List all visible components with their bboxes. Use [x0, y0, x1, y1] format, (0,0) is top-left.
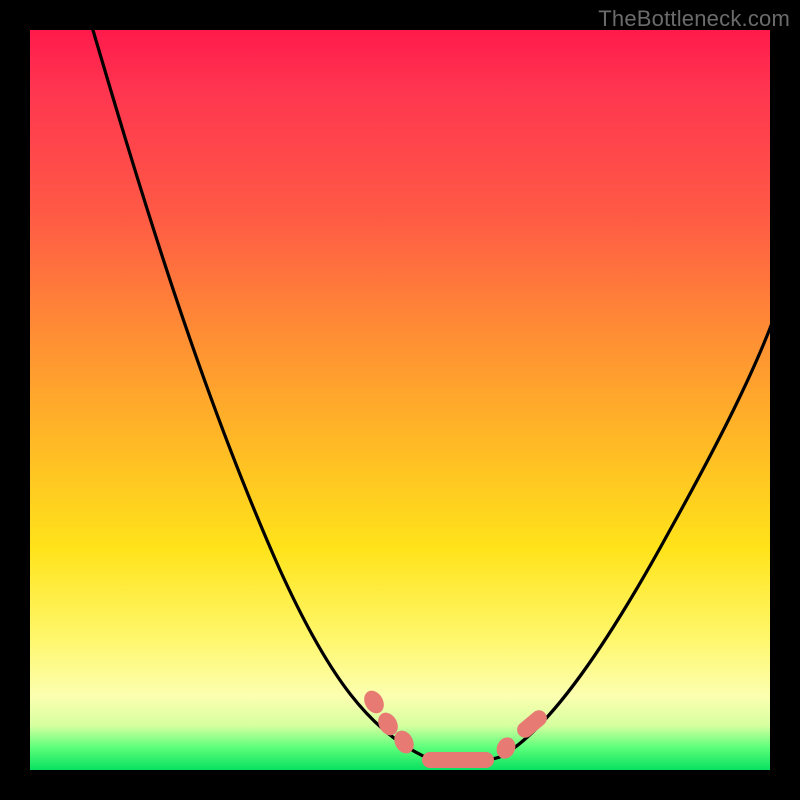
watermark-text: TheBottleneck.com [598, 6, 790, 32]
curve-left-branch [90, 20, 425, 757]
bottleneck-curve [30, 30, 770, 770]
plot-area [30, 30, 770, 770]
marker-pill-right [514, 707, 550, 741]
marker-pill-floor [422, 752, 494, 768]
chart-frame: TheBottleneck.com [0, 0, 800, 800]
curve-right-branch [500, 315, 775, 757]
